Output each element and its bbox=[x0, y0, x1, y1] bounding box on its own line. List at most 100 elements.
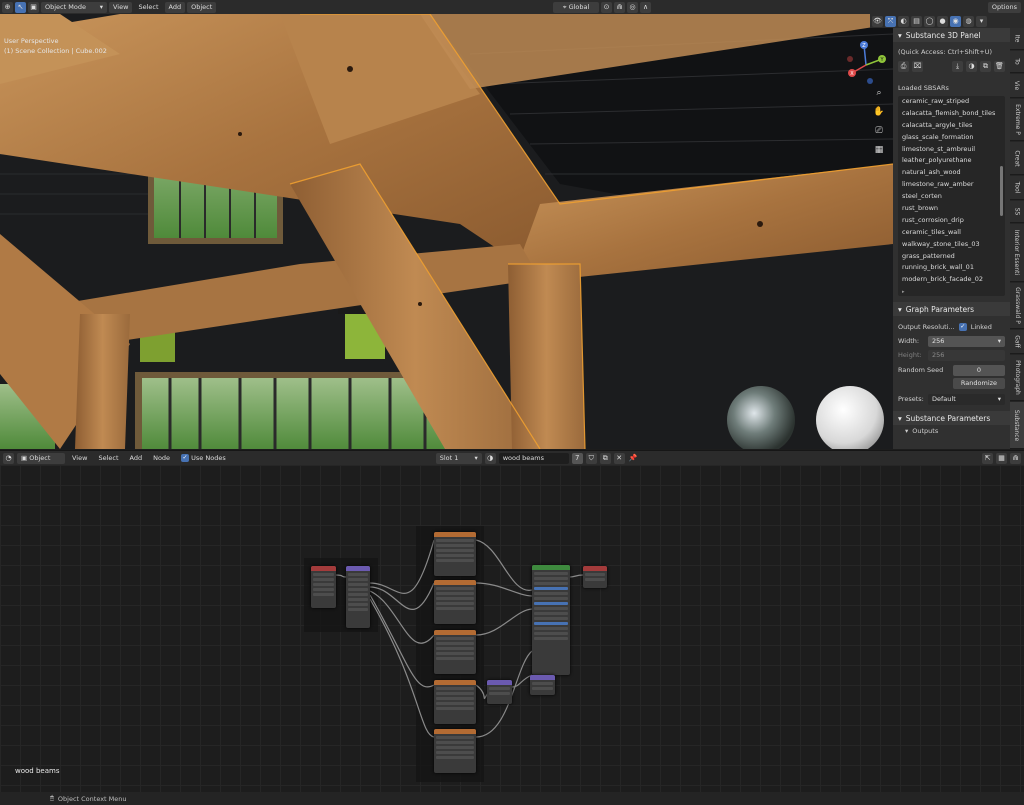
node-mapping[interactable] bbox=[346, 566, 370, 628]
use-nodes-checkbox[interactable]: ✓ bbox=[181, 454, 190, 462]
panel-header-substance-params[interactable]: ▾ Substance Parameters bbox=[893, 411, 1010, 425]
editor-type-icon[interactable]: ◔ bbox=[3, 452, 14, 464]
duplicate-material-icon[interactable]: ⧉ bbox=[599, 452, 611, 464]
list-item[interactable]: ceramic_raw_striped bbox=[898, 96, 1005, 108]
gizmo-toggle-icon[interactable]: ⤧ bbox=[885, 15, 896, 27]
mode-dropdown[interactable]: Object Mode ▾ bbox=[41, 1, 107, 13]
list-item[interactable]: calacatta_argyle_tiles bbox=[898, 120, 1005, 132]
node-principled-bsdf[interactable] bbox=[532, 565, 570, 675]
sidebar-tab[interactable]: Photograph bbox=[1010, 355, 1024, 401]
menu-view[interactable]: View bbox=[109, 1, 133, 13]
list-item[interactable]: glass_scale_formation bbox=[898, 132, 1005, 144]
material-shading-icon[interactable]: ◉ bbox=[950, 15, 961, 27]
sidebar-tab[interactable]: Ite bbox=[1010, 28, 1024, 50]
axis-gizmo[interactable]: Z Y X bbox=[842, 39, 890, 89]
presets-dropdown[interactable]: Default ▾ bbox=[928, 393, 1005, 405]
rendered-shading-icon[interactable]: ◍ bbox=[963, 15, 974, 27]
sidebar-tab-substance[interactable]: Substance bbox=[1010, 402, 1024, 449]
list-item[interactable]: rust_corrosion_drip bbox=[898, 215, 1005, 227]
width-dropdown[interactable]: 256 ▾ bbox=[928, 335, 1005, 347]
visibility-icon[interactable]: 👁 bbox=[872, 15, 883, 27]
list-item[interactable]: limestone_raw_amber bbox=[898, 179, 1005, 191]
menu-view[interactable]: View bbox=[68, 453, 91, 464]
slot-dropdown[interactable]: Slot 1 ▾ bbox=[435, 452, 482, 464]
download-icon[interactable]: ⤓ bbox=[952, 60, 963, 72]
menu-object[interactable]: Object bbox=[187, 1, 217, 13]
pan-hand-icon[interactable]: ✋ bbox=[873, 106, 885, 118]
menu-add[interactable]: Add bbox=[126, 453, 147, 464]
linked-checkbox[interactable]: ✓ bbox=[958, 323, 967, 331]
sidebar-tab[interactable]: To bbox=[1010, 51, 1024, 73]
node-image-texture[interactable] bbox=[434, 580, 476, 624]
editor-type-icon[interactable]: ⊕ bbox=[2, 1, 13, 13]
snap-icon[interactable]: ⋒ bbox=[614, 1, 626, 13]
list-item[interactable]: ceramic_tiles_wall bbox=[898, 227, 1005, 239]
duplicate-icon[interactable]: ⧉ bbox=[980, 60, 991, 72]
sidebar-tab[interactable]: SS bbox=[1010, 201, 1024, 223]
node-normal-map[interactable] bbox=[487, 680, 512, 704]
sidebar-tab[interactable]: Interior Essenti bbox=[1010, 224, 1024, 282]
ortho-grid-icon[interactable]: ▦ bbox=[873, 144, 885, 156]
list-item[interactable]: calacatta_flemish_bond_tiles bbox=[898, 108, 1005, 120]
menu-select[interactable]: Select bbox=[134, 2, 162, 13]
unlink-x-icon[interactable]: ✕ bbox=[613, 452, 625, 464]
user-count[interactable]: 7 bbox=[571, 452, 583, 464]
shader-type-dropdown[interactable]: ▣ Object bbox=[17, 452, 65, 464]
list-item[interactable]: grass_patterned bbox=[898, 251, 1005, 263]
snap-icon[interactable]: ⋒ bbox=[1010, 452, 1021, 464]
list-item[interactable]: running_brick_wall_01 bbox=[898, 262, 1005, 274]
fake-user-shield-icon[interactable]: ⛉ bbox=[585, 452, 597, 464]
menu-add[interactable]: Add bbox=[164, 1, 186, 13]
list-item[interactable]: rust_brown bbox=[898, 203, 1005, 215]
sidebar-tab[interactable]: Gaff bbox=[1010, 330, 1024, 354]
options-dropdown[interactable]: Options bbox=[987, 1, 1022, 13]
solid-shading-icon[interactable]: ● bbox=[937, 15, 948, 27]
randomize-button[interactable]: Randomize bbox=[953, 377, 1005, 389]
node-texture-coordinate[interactable] bbox=[311, 566, 336, 608]
sidebar-tab[interactable]: Grasswald P bbox=[1010, 283, 1024, 329]
select-mode-icon[interactable]: ▣ bbox=[28, 1, 39, 13]
outputs-subpanel[interactable]: ▾ Outputs bbox=[893, 425, 1010, 437]
material-name-field[interactable]: wood beams bbox=[498, 452, 569, 464]
panel-header-substance[interactable]: ▾ Substance 3D Panel bbox=[893, 28, 1010, 42]
falloff-icon[interactable]: ∧ bbox=[640, 1, 652, 13]
list-item[interactable]: limestone_st_ambreuil bbox=[898, 144, 1005, 156]
transform-orientation-dropdown[interactable]: ⌖ Global bbox=[553, 1, 600, 13]
random-seed-input[interactable]: 0 bbox=[953, 364, 1005, 376]
xray-icon[interactable]: ▤ bbox=[911, 15, 922, 27]
wireframe-shading-icon[interactable]: ◯ bbox=[924, 15, 935, 27]
list-item[interactable]: steel_corten bbox=[898, 191, 1005, 203]
panel-header-graph-params[interactable]: ▾ Graph Parameters bbox=[893, 302, 1010, 316]
sidebar-tab[interactable]: Extreme P bbox=[1010, 99, 1024, 141]
list-item[interactable]: walkway_stone_tiles_03 bbox=[898, 239, 1005, 251]
load-sbsar-icon[interactable]: ⎙ bbox=[898, 60, 909, 72]
select-tool-icon[interactable]: ↖ bbox=[15, 1, 26, 13]
sidebar-tab[interactable]: Vie bbox=[1010, 74, 1024, 98]
list-scrollbar[interactable] bbox=[1000, 166, 1003, 216]
delete-icon[interactable]: 🗑 bbox=[994, 60, 1005, 72]
node-image-texture[interactable] bbox=[434, 630, 476, 674]
node-image-texture[interactable] bbox=[434, 729, 476, 773]
sidebar-tab[interactable]: Tool bbox=[1010, 176, 1024, 200]
list-resize-handle[interactable]: ▸ bbox=[902, 289, 905, 295]
parent-node-tree-icon[interactable]: ⇱ bbox=[982, 452, 993, 464]
list-item[interactable]: modern_brick_facade_02 bbox=[898, 274, 1005, 286]
list-item[interactable]: leather_polyurethane bbox=[898, 155, 1005, 167]
menu-select[interactable]: Select bbox=[94, 453, 122, 464]
backdrop-icon[interactable]: ▦ bbox=[996, 452, 1007, 464]
pin-icon[interactable]: 📌 bbox=[628, 453, 639, 464]
zoom-icon[interactable]: ⌕ bbox=[873, 87, 885, 99]
node-material-output[interactable] bbox=[583, 566, 607, 588]
overlay-icon[interactable]: ◐ bbox=[898, 15, 909, 27]
sbsar-list[interactable]: ceramic_raw_striped calacatta_flemish_bo… bbox=[898, 96, 1005, 296]
pivot-icon[interactable]: ⊙ bbox=[601, 1, 613, 13]
proportional-edit-icon[interactable]: ◎ bbox=[627, 1, 639, 13]
shading-options-icon[interactable]: ▾ bbox=[976, 15, 987, 27]
3d-viewport[interactable]: User Perspective (1) Scene Collection | … bbox=[0, 14, 893, 449]
apply-material-icon[interactable]: ◑ bbox=[966, 60, 977, 72]
menu-node[interactable]: Node bbox=[149, 453, 174, 464]
use-nodes-toggle[interactable]: ✓ Use Nodes bbox=[177, 453, 230, 464]
node-displacement[interactable] bbox=[530, 675, 555, 695]
node-image-texture[interactable] bbox=[434, 532, 476, 576]
camera-icon[interactable]: ⎚ bbox=[873, 125, 885, 137]
